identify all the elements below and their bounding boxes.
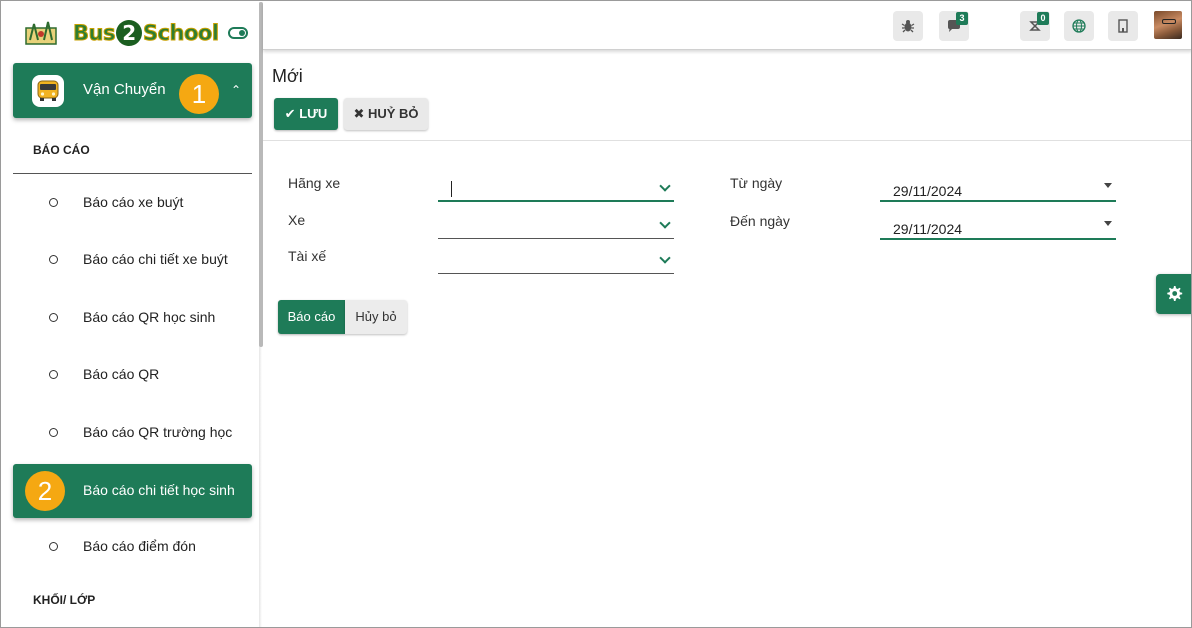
- circle-bullet-icon: [49, 542, 58, 551]
- step-badge-2: 2: [25, 471, 65, 511]
- sidebar-item-bus-report[interactable]: Báo cáo xe buýt: [13, 176, 252, 230]
- module-label: Vận Chuyển: [83, 81, 166, 98]
- driver-select[interactable]: [438, 248, 674, 274]
- top-bar: 3 0: [263, 2, 1191, 50]
- sidebar-item-student-qr-report[interactable]: Báo cáo QR học sinh: [13, 291, 252, 345]
- check-icon: ✔: [284, 106, 296, 121]
- activities-button[interactable]: 0: [1020, 11, 1050, 41]
- step-badge-1: 1: [179, 74, 219, 114]
- to-date-label: Đến ngày: [730, 213, 790, 229]
- chevron-down-icon[interactable]: [659, 217, 671, 229]
- messages-button[interactable]: 3: [939, 11, 969, 41]
- sidebar-item-student-detail-report[interactable]: 2 Báo cáo chi tiết học sinh: [13, 464, 252, 518]
- language-button[interactable]: [1064, 11, 1094, 41]
- sidebar-scrollbar[interactable]: [259, 2, 263, 347]
- chevron-down-icon[interactable]: [659, 252, 671, 264]
- page-title: Mới: [272, 66, 303, 86]
- building-icon: [1118, 19, 1128, 33]
- vehicle-label: Xe: [288, 212, 306, 228]
- section-divider: [13, 173, 252, 174]
- brand-wordmark: Bus 2 School: [73, 20, 220, 46]
- discard-button-label: HUỶ BỎ: [367, 106, 419, 121]
- chevron-up-icon[interactable]: ⌃: [231, 83, 241, 97]
- sidebar-item-label: Báo cáo QR học sinh: [83, 309, 216, 325]
- sidebar-item-pickup-report[interactable]: Báo cáo điểm đón: [13, 520, 252, 574]
- save-button[interactable]: ✔ LƯU: [274, 98, 338, 130]
- dropdown-arrow-icon[interactable]: [1104, 183, 1112, 188]
- text-cursor: [451, 181, 452, 197]
- close-icon: ✖: [353, 106, 365, 121]
- circle-bullet-icon: [49, 255, 58, 264]
- bus-icon: [32, 75, 64, 107]
- app-window: Bus 2 School Vận Chuyển 1 ⌃ BÁO CÁO Báo …: [0, 0, 1192, 628]
- sidebar-toggle-icon[interactable]: [228, 27, 248, 39]
- carrier-label: Hãng xe: [288, 175, 341, 191]
- from-date-label: Từ ngày: [730, 175, 783, 191]
- activities-count: 0: [1037, 12, 1049, 25]
- module-transport[interactable]: Vận Chuyển 1 ⌃: [13, 63, 252, 118]
- globe-icon: [1072, 19, 1086, 33]
- chevron-down-icon[interactable]: [659, 180, 671, 192]
- from-date-input[interactable]: 29/11/2024: [880, 176, 1116, 202]
- section-title-reports: BÁO CÁO: [33, 143, 90, 157]
- vehicle-select[interactable]: [438, 213, 674, 239]
- circle-bullet-icon: [49, 428, 58, 437]
- report-button[interactable]: Báo cáo: [278, 300, 345, 334]
- section-title-grades: KHỐI/ LỚP: [33, 593, 96, 607]
- save-button-label: LƯU: [299, 106, 328, 121]
- school-emblem-icon: [25, 21, 57, 45]
- dropdown-arrow-icon[interactable]: [1104, 221, 1112, 226]
- debug-button[interactable]: [893, 11, 923, 41]
- sidebar-item-bus-detail-report[interactable]: Báo cáo chi tiết xe buýt: [13, 233, 252, 287]
- discard-button[interactable]: ✖ HUỶ BỎ: [344, 98, 428, 130]
- sidebar-item-school-qr-report[interactable]: Báo cáo QR trường học: [13, 406, 252, 460]
- sidebar-item-label: Báo cáo QR: [83, 366, 160, 382]
- gear-icon: [1167, 286, 1183, 301]
- to-date-input[interactable]: 29/11/2024: [880, 214, 1116, 240]
- sidebar-item-label: Báo cáo điểm đón: [83, 538, 196, 554]
- sidebar-item-qr-report[interactable]: Báo cáo QR: [13, 348, 252, 402]
- sidebar-item-label: Báo cáo chi tiết học sinh: [83, 482, 235, 498]
- cancel-button[interactable]: Hủy bỏ: [345, 300, 407, 334]
- bug-icon: [901, 20, 915, 33]
- brand-logo[interactable]: Bus 2 School: [22, 16, 252, 50]
- company-switch-button[interactable]: [1108, 11, 1138, 41]
- messages-count: 3: [956, 12, 968, 25]
- control-panel-divider: [263, 140, 1191, 141]
- circle-bullet-icon: [49, 198, 58, 207]
- carrier-select[interactable]: [438, 176, 674, 202]
- sidebar: Bus 2 School Vận Chuyển 1 ⌃ BÁO CÁO Báo …: [2, 2, 259, 627]
- sidebar-item-label: Báo cáo QR trường học: [83, 424, 233, 440]
- user-avatar[interactable]: [1154, 11, 1182, 39]
- sidebar-item-label: Báo cáo xe buýt: [83, 194, 184, 210]
- circle-bullet-icon: [49, 370, 58, 379]
- settings-tab[interactable]: [1156, 274, 1191, 314]
- sidebar-item-label: Báo cáo chi tiết xe buýt: [83, 251, 228, 267]
- driver-label: Tài xế: [288, 248, 327, 264]
- circle-bullet-icon: [49, 313, 58, 322]
